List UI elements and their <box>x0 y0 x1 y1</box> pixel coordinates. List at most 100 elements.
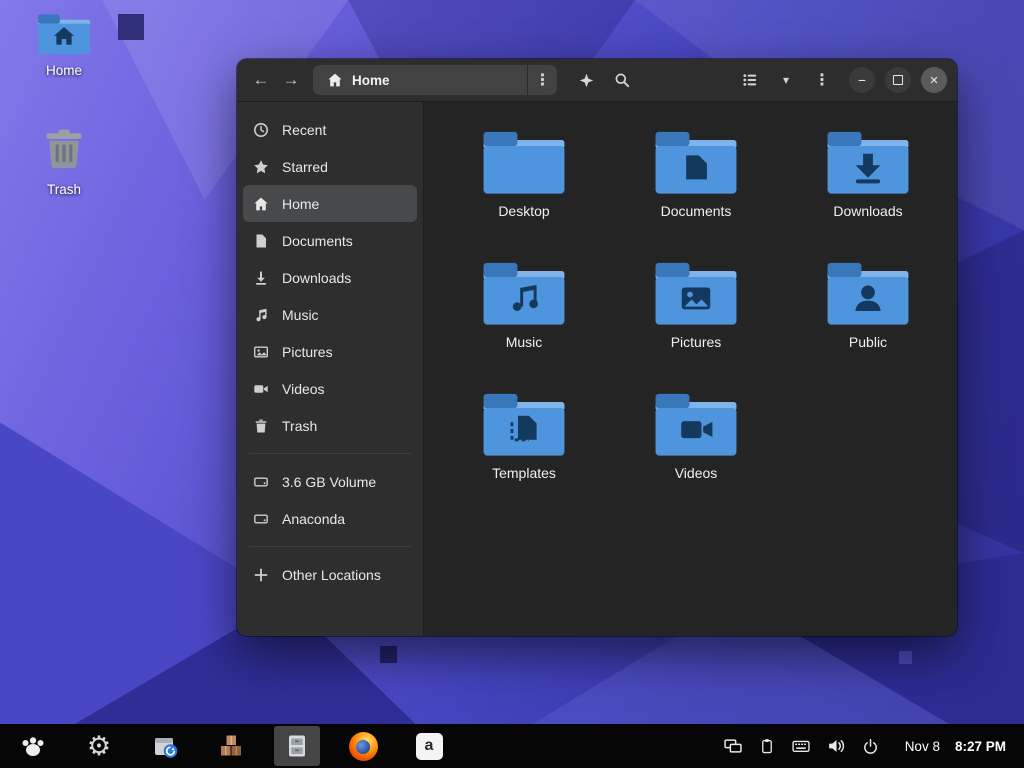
headerbar: ← → Home ⋮ ▾ ⋮ − × <box>237 59 957 102</box>
sidebar-item-documents[interactable]: Documents <box>243 222 417 259</box>
folder-icon <box>824 128 912 198</box>
file-cabinet-icon <box>283 732 311 760</box>
paw-app-icon <box>19 732 47 760</box>
wallpaper-accent-square <box>118 14 144 40</box>
wallpaper-accent-square <box>380 646 397 663</box>
volume-icon[interactable] <box>827 737 845 755</box>
sidebar-item-trash[interactable]: Trash <box>243 407 417 444</box>
folder-tile-downloads[interactable]: Downloads <box>782 128 954 259</box>
drive-icon <box>253 474 269 490</box>
taskbar-app-firefox[interactable] <box>340 726 386 766</box>
desktop-icon-home[interactable]: Home <box>16 12 112 78</box>
folder-tile-desktop[interactable]: Desktop <box>438 128 610 259</box>
folder-label: Templates <box>492 465 556 481</box>
search-icon <box>614 72 630 88</box>
sidebar-item-starred[interactable]: Starred <box>243 148 417 185</box>
sidebar-item-label: Downloads <box>282 270 351 286</box>
sidebar-item-music[interactable]: Music <box>243 296 417 333</box>
view-toggle-button[interactable] <box>733 65 767 95</box>
close-icon: × <box>930 73 939 88</box>
gear-icon: ⚙ <box>87 733 111 760</box>
kebab-menu-icon: ⋮ <box>814 70 830 90</box>
list-view-icon <box>742 72 758 88</box>
back-arrow-icon: ← <box>253 70 270 90</box>
folder-label: Public <box>849 334 887 350</box>
home-icon <box>327 72 343 88</box>
minimize-button[interactable]: − <box>849 67 875 93</box>
power-icon[interactable] <box>862 738 879 755</box>
home-folder-icon <box>36 12 92 57</box>
keyboard-icon[interactable] <box>792 737 810 755</box>
sidebar-item-other-locations[interactable]: Other Locations <box>243 556 417 593</box>
desktop-icon-trash[interactable]: Trash <box>16 124 112 197</box>
packages-icon <box>217 732 245 760</box>
sidebar-item-home[interactable]: Home <box>243 185 417 222</box>
video-camera-icon <box>253 381 269 397</box>
taskbar-app-settings[interactable]: ⚙ <box>76 726 122 766</box>
folder-tile-pictures[interactable]: Pictures <box>610 259 782 390</box>
folder-icon <box>652 390 740 460</box>
pathbar: Home ⋮ <box>313 65 557 95</box>
close-button[interactable]: × <box>921 67 947 93</box>
sidebar-item-volume[interactable]: 3.6 GB Volume <box>243 463 417 500</box>
image-icon <box>253 344 269 360</box>
folder-icon <box>480 259 568 329</box>
window-menu-button[interactable]: ⋮ <box>805 65 839 95</box>
star-icon <box>253 159 269 175</box>
sidebar-item-pictures[interactable]: Pictures <box>243 333 417 370</box>
maximize-button[interactable] <box>885 67 911 93</box>
sidebar-item-label: Starred <box>282 159 328 175</box>
taskbar-app-1[interactable] <box>10 726 56 766</box>
taskbar-app-text-editor[interactable]: a <box>406 726 452 766</box>
folder-tile-videos[interactable]: Videos <box>610 390 782 521</box>
sidebar-item-downloads[interactable]: Downloads <box>243 259 417 296</box>
folder-tile-public[interactable]: Public <box>782 259 954 390</box>
sidebar-item-label: Other Locations <box>282 567 381 583</box>
taskbar-app-files[interactable] <box>274 726 320 766</box>
pathbar-menu-button[interactable]: ⋮ <box>527 65 557 95</box>
download-icon <box>253 270 269 286</box>
folder-label: Pictures <box>671 334 722 350</box>
taskbar-app-software-update[interactable] <box>142 726 188 766</box>
folder-tile-documents[interactable]: Documents <box>610 128 782 259</box>
view-options-dropdown[interactable]: ▾ <box>769 65 803 95</box>
music-note-icon <box>253 307 269 323</box>
forward-button[interactable]: → <box>277 66 305 94</box>
system-tray <box>724 737 879 755</box>
sidebar-item-label: Pictures <box>282 344 333 360</box>
location-entry-button[interactable] <box>569 65 603 95</box>
pathbar-location-button[interactable]: Home <box>313 65 527 95</box>
taskbar-clock[interactable]: Nov 8 8:27 PM <box>905 739 1006 754</box>
sidebar-item-anaconda[interactable]: Anaconda <box>243 500 417 537</box>
folder-tile-music[interactable]: Music <box>438 259 610 390</box>
date-label: Nov 8 <box>905 739 940 754</box>
sidebar-item-videos[interactable]: Videos <box>243 370 417 407</box>
search-button[interactable] <box>605 65 639 95</box>
screenshare-icon[interactable] <box>724 737 742 755</box>
taskbar-app-packages[interactable] <box>208 726 254 766</box>
taskbar: ⚙ a <box>0 724 1024 768</box>
folder-tile-templates[interactable]: Templates <box>438 390 610 521</box>
folder-label: Documents <box>661 203 732 219</box>
folder-icon <box>480 128 568 198</box>
sidebar-item-label: Recent <box>282 122 326 138</box>
chevron-down-icon: ▾ <box>783 73 789 87</box>
text-editor-icon: a <box>416 733 443 760</box>
trash-icon <box>253 418 269 434</box>
back-button[interactable]: ← <box>247 66 275 94</box>
drive-icon <box>253 511 269 527</box>
sidebar-item-label: Trash <box>282 418 317 434</box>
window-body: Recent Starred Home Documents Downloads … <box>237 102 957 636</box>
clipboard-icon[interactable] <box>759 738 775 754</box>
home-icon <box>253 196 269 212</box>
sidebar-item-label: Anaconda <box>282 511 345 527</box>
desktop-icon-label: Trash <box>47 182 81 197</box>
location-entry-icon <box>579 73 594 88</box>
time-label: 8:27 PM <box>955 739 1006 754</box>
sidebar-item-label: Documents <box>282 233 353 249</box>
folder-icon <box>824 259 912 329</box>
trash-icon <box>38 124 90 176</box>
folder-label: Videos <box>675 465 718 481</box>
sidebar-separator <box>249 546 411 547</box>
sidebar-item-recent[interactable]: Recent <box>243 111 417 148</box>
